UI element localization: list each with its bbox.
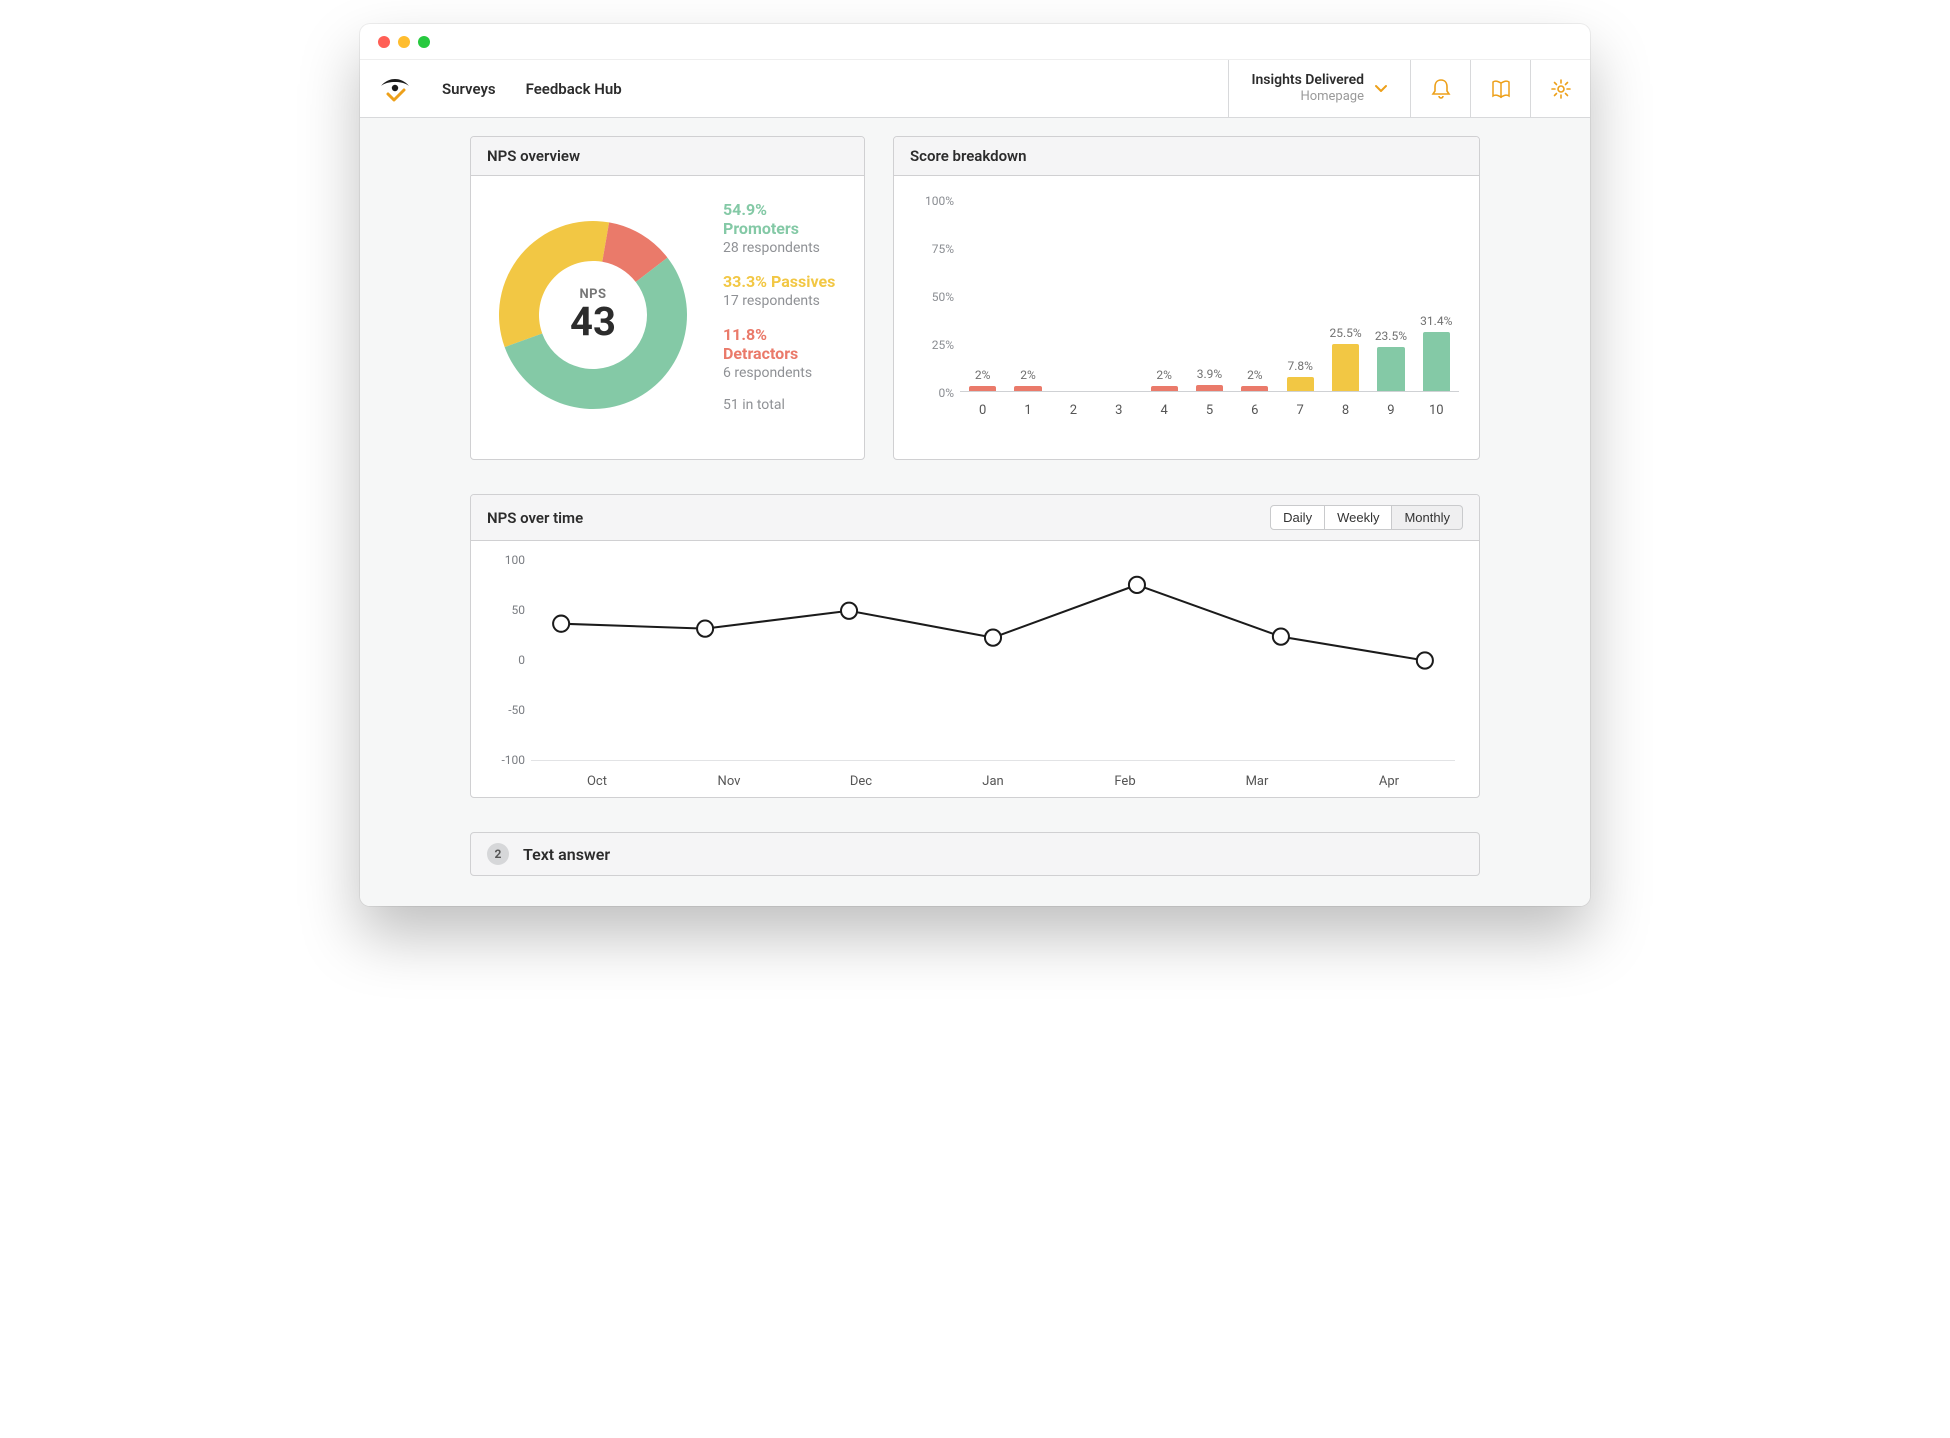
bar-value-label: 7.8% bbox=[1287, 359, 1312, 373]
nav-feedback[interactable]: Feedback Hub bbox=[526, 80, 622, 98]
y-tick: 100 bbox=[491, 553, 525, 567]
top-nav: Surveys Feedback Hub Insights Delivered … bbox=[360, 60, 1590, 118]
promoters-title: 54.9% Promoters bbox=[723, 200, 844, 238]
account-switcher[interactable]: Insights Delivered Homepage bbox=[1228, 60, 1410, 117]
nps-center-value: 43 bbox=[570, 302, 616, 342]
seg-weekly[interactable]: Weekly bbox=[1325, 505, 1392, 530]
window-titlebar bbox=[360, 24, 1590, 60]
x-tick: Nov bbox=[663, 774, 795, 789]
seg-monthly[interactable]: Monthly bbox=[1392, 505, 1463, 530]
bar-value-label: 23.5% bbox=[1375, 329, 1407, 343]
nps-overview-title: NPS overview bbox=[487, 147, 580, 165]
y-tick: 50 bbox=[491, 603, 525, 617]
y-tick: -50 bbox=[491, 703, 525, 717]
bar bbox=[1332, 344, 1359, 392]
account-subtitle: Homepage bbox=[1251, 89, 1364, 105]
detractors-sub: 6 respondents bbox=[723, 365, 844, 381]
x-tick: 9 bbox=[1368, 403, 1413, 418]
y-tick: 75% bbox=[914, 242, 954, 256]
bar bbox=[1287, 377, 1314, 392]
y-tick: 0 bbox=[491, 653, 525, 667]
x-tick: 2 bbox=[1051, 403, 1096, 418]
y-tick: 0% bbox=[914, 386, 954, 400]
x-tick: Jan bbox=[927, 774, 1059, 789]
x-tick: Apr bbox=[1323, 774, 1455, 789]
granularity-segment: Daily Weekly Monthly bbox=[1270, 505, 1463, 530]
bar-value-label: 2% bbox=[1156, 368, 1172, 382]
docs-button[interactable] bbox=[1470, 60, 1530, 117]
x-tick: 4 bbox=[1141, 403, 1186, 418]
chevron-down-icon bbox=[1374, 82, 1388, 96]
book-icon bbox=[1490, 78, 1512, 100]
x-tick: Dec bbox=[795, 774, 927, 789]
y-tick: 100% bbox=[914, 194, 954, 208]
app-window: Surveys Feedback Hub Insights Delivered … bbox=[360, 24, 1590, 906]
passives-sub: 17 respondents bbox=[723, 293, 844, 309]
account-title: Insights Delivered bbox=[1251, 72, 1364, 90]
window-close-icon[interactable] bbox=[378, 36, 390, 48]
y-tick: 25% bbox=[914, 338, 954, 352]
seg-daily[interactable]: Daily bbox=[1270, 505, 1325, 530]
question-2-row[interactable]: 2 Text answer bbox=[470, 832, 1480, 876]
x-tick: 10 bbox=[1414, 403, 1459, 418]
nps-donut-chart: NPS 43 bbox=[491, 213, 695, 417]
x-tick: 0 bbox=[960, 403, 1005, 418]
y-tick: 50% bbox=[914, 290, 954, 304]
window-minimize-icon[interactable] bbox=[398, 36, 410, 48]
bar bbox=[1423, 332, 1450, 392]
score-breakdown-title: Score breakdown bbox=[910, 147, 1027, 165]
score-breakdown-card: Score breakdown 100% 75% 50% 25% 0% 2% 2% 2% 3.… bbox=[893, 136, 1480, 460]
notifications-button[interactable] bbox=[1410, 60, 1470, 117]
x-tick: 3 bbox=[1096, 403, 1141, 418]
bar-value-label: 3.9% bbox=[1197, 367, 1222, 381]
x-tick: 7 bbox=[1278, 403, 1323, 418]
x-tick: Oct bbox=[531, 774, 663, 789]
nps-total: 51 in total bbox=[723, 397, 844, 413]
gear-icon bbox=[1550, 78, 1572, 100]
settings-button[interactable] bbox=[1530, 60, 1590, 117]
bar-value-label: 2% bbox=[1247, 368, 1263, 382]
passives-title: 33.3% Passives bbox=[723, 272, 844, 291]
bar bbox=[1377, 347, 1404, 392]
x-tick: Feb bbox=[1059, 774, 1191, 789]
x-tick: 8 bbox=[1323, 403, 1368, 418]
window-zoom-icon[interactable] bbox=[418, 36, 430, 48]
detractors-title: 11.8% Detractors bbox=[723, 325, 844, 363]
bar-value-label: 31.4% bbox=[1420, 314, 1452, 328]
logo-icon bbox=[377, 74, 413, 104]
nps-over-time-title: NPS over time bbox=[487, 509, 583, 527]
score-breakdown-bars: 2% 2% 2% 3.9% 2% 7.8% 25.5% 23.5% 31.4% bbox=[960, 202, 1459, 392]
brand-logo[interactable] bbox=[360, 60, 430, 117]
bell-icon bbox=[1431, 78, 1451, 100]
nps-overview-card: NPS overview NPS 43 54.9% Promoters 28 r… bbox=[470, 136, 865, 460]
promoters-sub: 28 respondents bbox=[723, 240, 844, 256]
bar-value-label: 2% bbox=[975, 368, 991, 382]
bar-value-label: 2% bbox=[1020, 368, 1036, 382]
question-title: Text answer bbox=[523, 845, 610, 864]
bar-value-label: 25.5% bbox=[1329, 326, 1361, 340]
nps-over-time-card: NPS over time Daily Weekly Monthly 100 50… bbox=[470, 494, 1480, 798]
nav-surveys[interactable]: Surveys bbox=[442, 80, 496, 98]
x-tick: Mar bbox=[1191, 774, 1323, 789]
nps-over-time-plot bbox=[531, 561, 1455, 761]
x-tick: 6 bbox=[1232, 403, 1277, 418]
x-tick: 5 bbox=[1187, 403, 1232, 418]
x-tick: 1 bbox=[1005, 403, 1050, 418]
question-number-badge: 2 bbox=[487, 843, 509, 865]
y-tick: -100 bbox=[491, 753, 525, 767]
